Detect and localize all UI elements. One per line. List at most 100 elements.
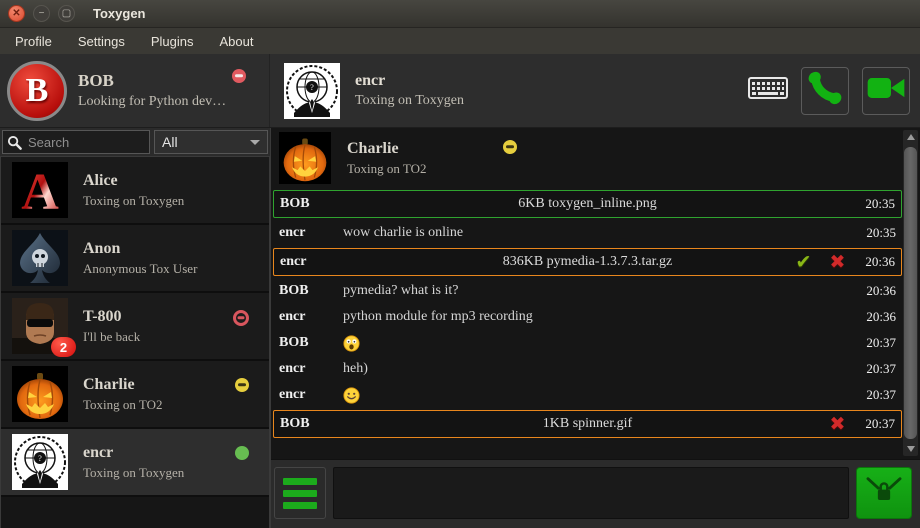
message-time: 20:36: [866, 283, 896, 299]
sidebar: All A AliceToxing on Toxygen AnonAnonymo…: [0, 128, 270, 528]
self-name: BOB: [78, 71, 226, 91]
file-transfer-message[interactable]: BOB6KB toxygen_inline.png20:35: [273, 190, 902, 218]
audio-call-button[interactable]: [801, 67, 849, 115]
peer-status-banner: Charlie Toxing on TO2: [271, 128, 920, 188]
contact-row-encr[interactable]: ? encrToxing on Toxygen: [1, 429, 269, 497]
contact-status-message: Toxing on TO2: [83, 397, 163, 413]
phone-icon: [806, 69, 844, 112]
chat-scrollbar[interactable]: [903, 130, 918, 456]
decline-file-icon[interactable]: ✖: [829, 253, 845, 272]
message-time: 20:37: [866, 387, 896, 403]
menubar: ProfileSettingsPluginsAbout: [0, 28, 920, 54]
message-time: 20:36: [866, 309, 896, 325]
contact-name: Charlie: [83, 376, 163, 394]
banner-name: Charlie: [347, 140, 427, 158]
peer-avatar: ?: [284, 63, 340, 119]
message-body: [343, 335, 858, 352]
message-sender: encr: [279, 225, 343, 241]
contact-filter-dropdown[interactable]: All: [154, 130, 268, 154]
busy-status-icon: [232, 69, 246, 83]
search-icon: [7, 135, 22, 150]
close-icon[interactable]: ✕: [8, 5, 25, 22]
contact-row-alice[interactable]: A AliceToxing on Toxygen: [1, 157, 269, 225]
shocked-emoji-icon: [343, 335, 360, 352]
chat-message: encr 20:37: [271, 382, 920, 408]
file-transfer-actions: ✔✖: [796, 253, 846, 272]
contact-row-t-800[interactable]: T-800 I'll be back 2: [1, 293, 269, 361]
accept-file-icon[interactable]: ✔: [796, 253, 812, 272]
file-name-and-size: 1KB spinner.gif: [274, 416, 901, 432]
message-text: python module for mp3 recording: [343, 309, 533, 325]
message-sender: encr: [279, 387, 343, 403]
online-status-icon: [235, 446, 249, 460]
message-time: 20:37: [866, 335, 896, 351]
contact-filter-value: All: [162, 134, 178, 150]
file-transfer-message[interactable]: BOB1KB spinner.gif✖20:37: [273, 410, 902, 438]
file-transfer-actions: ✖: [829, 415, 845, 434]
composer: [271, 460, 920, 528]
away-status-icon: [503, 140, 517, 154]
video-camera-icon: [866, 72, 906, 109]
spade-skull-avatar: [12, 230, 68, 286]
scroll-down-icon[interactable]: [903, 442, 918, 456]
contact-row-anon[interactable]: AnonAnonymous Tox User: [1, 225, 269, 293]
contact-status-message: Toxing on Toxygen: [83, 193, 184, 209]
message-time: 20:35: [866, 225, 896, 241]
banner-avatar: [279, 132, 331, 184]
menu-about[interactable]: About: [206, 28, 266, 54]
away-status-icon: [235, 378, 249, 392]
message-list: BOB6KB toxygen_inline.png20:35encrwow ch…: [271, 190, 920, 438]
chat-message: BOB 20:37: [271, 330, 920, 356]
menu-profile[interactable]: Profile: [2, 28, 65, 54]
menu-settings[interactable]: Settings: [65, 28, 138, 54]
message-text: wow charlie is online: [343, 225, 463, 241]
message-text: pymedia? what is it?: [343, 283, 458, 299]
message-sender: BOB: [279, 335, 343, 351]
chevron-down-icon: [250, 140, 260, 145]
peer-profile: ? encr Toxing on Toxygen: [270, 63, 464, 119]
scrollbar-thumb[interactable]: [904, 147, 917, 439]
video-call-button[interactable]: [862, 67, 910, 115]
scroll-up-icon[interactable]: [903, 130, 918, 144]
toxygen-window: ✕ − ▢ Toxygen ProfileSettingsPluginsAbou…: [0, 0, 920, 528]
self-status-message: Looking for Python dev…: [78, 94, 226, 110]
menu-plugins[interactable]: Plugins: [138, 28, 207, 54]
chat-message: BOBpymedia? what is it?20:36: [271, 278, 920, 304]
message-body: [343, 387, 858, 404]
chat-view: Charlie Toxing on TO2 BOB6KB toxygen_inl…: [271, 128, 920, 460]
minimize-icon[interactable]: −: [33, 5, 50, 22]
contact-name: Anon: [83, 240, 197, 258]
chat-message: encrheh) 20:37: [271, 356, 920, 382]
banner-status-message: Toxing on TO2: [347, 161, 427, 177]
message-body: python module for mp3 recording: [343, 309, 858, 325]
message-sender: encr: [279, 361, 343, 377]
search-input[interactable]: [26, 134, 145, 151]
self-profile[interactable]: B BOB Looking for Python dev…: [0, 54, 270, 127]
message-text: heh): [343, 361, 368, 377]
contact-name: T-800: [83, 308, 140, 326]
message-input[interactable]: [333, 467, 849, 519]
message-body: wow charlie is online: [343, 225, 858, 241]
decline-file-icon[interactable]: ✖: [829, 415, 845, 434]
keyboard-icon[interactable]: [748, 74, 788, 107]
contact-status-message: I'll be back: [83, 329, 140, 345]
self-avatar: B: [7, 61, 67, 121]
peer-name: encr: [355, 72, 464, 90]
unread-count-badge: 2: [51, 337, 76, 357]
header: B BOB Looking for Python dev… ? encr Tox…: [0, 54, 920, 128]
chat-message: encrwow charlie is online 20:35: [271, 220, 920, 246]
svg-text:?: ?: [310, 83, 314, 92]
window-title: Toxygen: [93, 6, 146, 21]
file-transfer-message[interactable]: encr836KB pymedia-1.3.7.3.tar.gz✔✖20:36: [273, 248, 902, 276]
chat-panel: Charlie Toxing on TO2 BOB6KB toxygen_inl…: [270, 128, 920, 528]
contact-name: encr: [83, 444, 184, 462]
attachment-menu-button[interactable]: [274, 467, 326, 519]
letter-a-avatar: A: [12, 162, 68, 218]
contact-status-message: Toxing on Toxygen: [83, 465, 184, 481]
contact-row-charlie[interactable]: Charlie Toxing on TO2: [1, 361, 269, 429]
message-time: 20:37: [866, 361, 896, 377]
maximize-icon[interactable]: ▢: [58, 5, 75, 22]
message-body: heh): [343, 361, 858, 377]
busy-ring-status-icon: [233, 310, 249, 326]
send-button[interactable]: [856, 467, 912, 519]
